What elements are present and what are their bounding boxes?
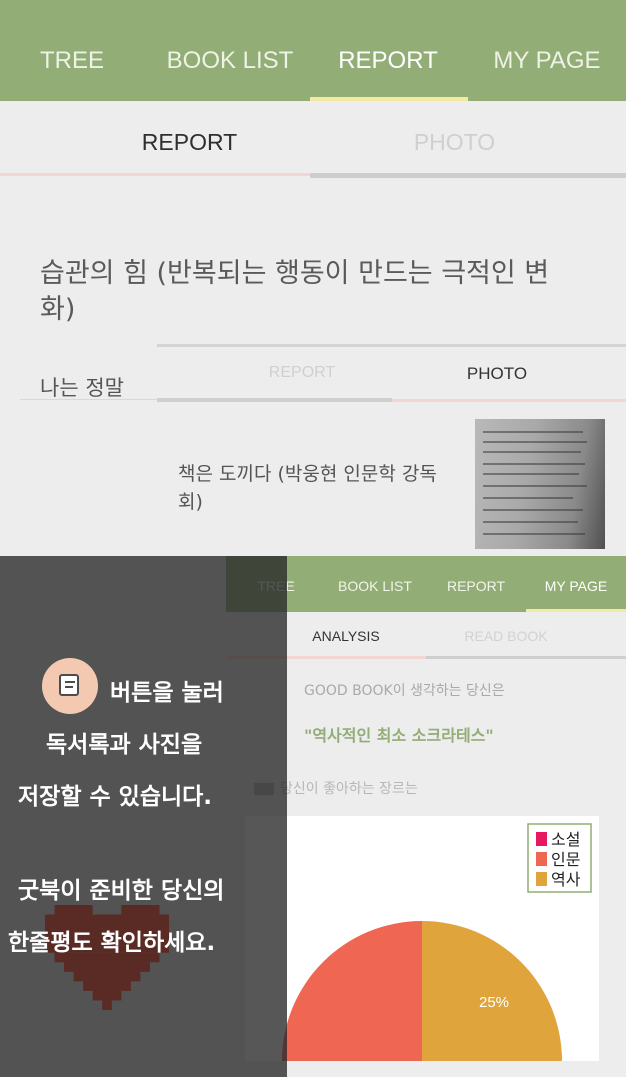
subtab-read-book[interactable]: READ BOOK — [446, 628, 566, 644]
genre-prompt-text: 당신이 좋아하는 장르는 — [280, 781, 418, 797]
text-line — [483, 485, 587, 487]
tab-my-page[interactable]: MY PAGE — [480, 38, 614, 84]
text-line — [483, 441, 587, 443]
tab-photo-inner[interactable]: PHOTO — [407, 364, 587, 384]
divider — [157, 344, 626, 347]
hint-line-1: 버튼을 눌러 — [110, 680, 224, 706]
hint-line-3: 저장할 수 있습니다. — [18, 784, 213, 810]
tab-book-list-small[interactable]: BOOK LIST — [330, 578, 420, 594]
screen: TREE BOOK LIST REPORT MY PAGE REPORT PHO… — [0, 0, 626, 1077]
text-line — [483, 497, 573, 499]
text-line — [483, 533, 585, 535]
legend-swatch — [536, 832, 547, 846]
tab-report[interactable]: REPORT — [318, 38, 458, 84]
text-line — [483, 451, 581, 453]
book-title[interactable]: 습관의 힘 (반복되는 행동이 만드는 극적인 변화) — [40, 256, 560, 328]
photo-page — [475, 419, 605, 549]
pie-slice-역사 — [422, 921, 562, 1061]
text-line — [483, 431, 583, 433]
pad-line — [65, 686, 73, 688]
text-line — [483, 509, 583, 511]
divider — [426, 656, 626, 659]
subtab-analysis[interactable]: ANALYSIS — [286, 628, 406, 644]
subtab-divider-right — [310, 173, 626, 178]
hint-line-4: 굿북이 준비한 당신의 — [18, 878, 225, 904]
notepad-icon — [59, 674, 79, 696]
sub-tabs: REPORT PHOTO — [0, 101, 626, 179]
top-nav: TREE BOOK LIST REPORT MY PAGE — [0, 0, 626, 101]
subtab-photo[interactable]: PHOTO — [298, 129, 611, 156]
write-report-icon — [42, 658, 98, 714]
tab-report-small[interactable]: REPORT — [438, 578, 514, 594]
divider — [392, 399, 626, 402]
pad-line — [65, 681, 75, 683]
photo-screen-tabs: REPORT PHOTO — [157, 344, 626, 402]
text-line — [483, 473, 579, 475]
subtab-divider-left — [0, 173, 310, 176]
note-divider — [20, 399, 160, 400]
text-line — [483, 463, 585, 465]
pie-svg: 25% 소설인문역사 — [282, 823, 592, 1061]
legend-label: 소설 — [551, 830, 580, 849]
book-photo-thumbnail[interactable] — [475, 419, 605, 549]
pie-slice-인문 — [282, 921, 422, 1061]
tab-book-list[interactable]: BOOK LIST — [160, 38, 300, 84]
photo-item-title[interactable]: 책은 도끼다 (박웅현 인문학 강독회) — [178, 460, 448, 516]
text-line — [483, 521, 578, 523]
legend-label: 인문 — [551, 850, 580, 869]
legend-swatch — [536, 852, 547, 866]
tab-tree[interactable]: TREE — [22, 38, 122, 84]
legend-label: 역사 — [551, 870, 581, 889]
analysis-answer: "역사적인 최소 소크라테스" — [304, 726, 494, 745]
tab-my-page-small[interactable]: MY PAGE — [531, 578, 621, 594]
analysis-question: GOOD BOOK이 생각하는 당신은 — [304, 683, 505, 699]
hint-line-5: 한줄평도 확인하세요. — [8, 930, 216, 956]
legend-swatch — [536, 872, 547, 886]
divider — [157, 398, 392, 402]
genre-pie-chart: 25% 소설 인문 역사 — [245, 816, 599, 1061]
active-tab-indicator — [526, 609, 626, 612]
report-note[interactable]: 나는 정말 — [40, 372, 124, 402]
hint-line-2: 독서록과 사진을 — [46, 732, 203, 758]
pie-data-label: 25% — [479, 994, 509, 1011]
tab-report-inner[interactable]: REPORT — [217, 364, 387, 382]
